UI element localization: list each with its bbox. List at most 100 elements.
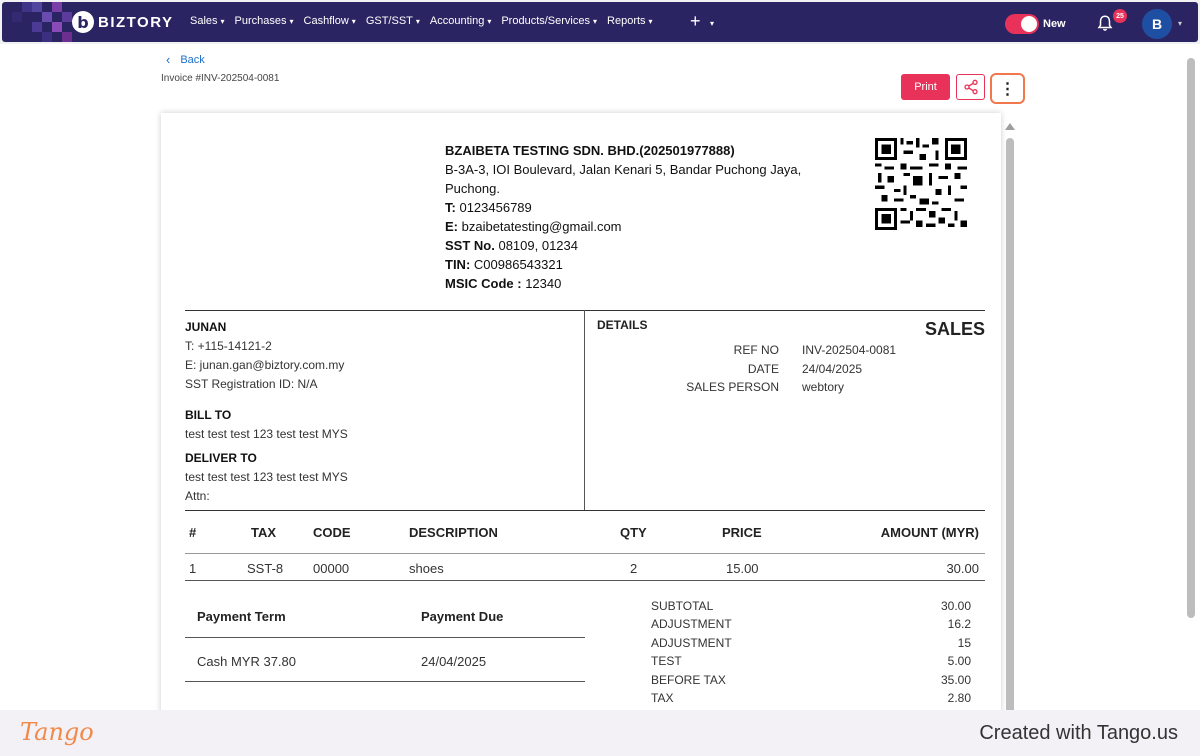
- sales-person-value: webtory: [802, 380, 845, 394]
- document-scrollbar[interactable]: [1006, 138, 1014, 710]
- invoice-document: BZAIBETA TESTING SDN. BHD.(202501977888)…: [161, 113, 1001, 710]
- customer-phone: T: +115-14121-2: [185, 339, 272, 353]
- customer-name: JUNAN: [185, 320, 227, 334]
- summary-label: BEFORE TAX: [651, 673, 726, 687]
- attn-label: Attn:: [185, 489, 210, 503]
- summary-label: TEST: [651, 654, 682, 668]
- bill-to-label: BILL TO: [185, 408, 232, 422]
- details-heading: DETAILS: [597, 318, 648, 332]
- page-scrollbar[interactable]: [1187, 58, 1195, 618]
- back-link[interactable]: ‹ Back: [166, 52, 205, 67]
- divider: [185, 681, 585, 682]
- customer-sst: SST Registration ID: N/A: [185, 377, 318, 391]
- chevron-down-icon: ▾: [415, 17, 420, 26]
- payment-due-value: 24/04/2025: [421, 654, 487, 669]
- document-type: SALES: [925, 319, 986, 339]
- scroll-up-arrow-icon[interactable]: [1005, 123, 1015, 130]
- payment-term-value: Cash MYR 37.80: [197, 654, 296, 669]
- item-description: shoes: [409, 561, 444, 576]
- summary-value: 2.80: [947, 691, 971, 705]
- item-price: 15.00: [726, 561, 759, 576]
- company-msic: 12340: [525, 276, 562, 291]
- chevron-down-icon[interactable]: ▾: [710, 19, 714, 28]
- col-header-qty: QTY: [620, 525, 647, 540]
- company-address-line2: Puchong.: [445, 181, 500, 196]
- chevron-down-icon: ▾: [351, 17, 356, 26]
- company-name: BZAIBETA TESTING SDN. BHD.(202501977888): [445, 143, 735, 158]
- item-code: 00000: [313, 561, 350, 576]
- tango-footer: Tango Created with Tango.us: [0, 710, 1200, 756]
- new-ui-toggle[interactable]: [1005, 14, 1039, 34]
- col-header-amount: AMOUNT (MYR): [880, 525, 979, 540]
- chevron-down-icon: ▾: [289, 17, 294, 26]
- company-email: bzaibetatesting@gmail.com: [461, 219, 622, 234]
- menu-accounting[interactable]: Accounting ▾: [430, 15, 491, 27]
- date-label: DATE: [747, 362, 779, 376]
- qr-code-icon: [875, 138, 967, 230]
- print-button[interactable]: Print: [901, 74, 950, 100]
- share-button[interactable]: [956, 74, 985, 100]
- divider: [185, 310, 985, 311]
- summary-value: 16.2: [947, 617, 971, 631]
- page-content: ‹ Back Invoice #INV-202504-0081 Print ⋮ …: [0, 44, 1200, 710]
- col-header-no: #: [189, 525, 197, 540]
- divider-vertical: [584, 310, 585, 510]
- notification-badge: 25: [1113, 9, 1127, 23]
- menu-cashflow[interactable]: Cashflow ▾: [304, 15, 356, 27]
- customer-email: E: junan.gan@biztory.com.my: [185, 358, 345, 372]
- more-options-button[interactable]: ⋮: [990, 73, 1025, 104]
- date-value: 24/04/2025: [802, 362, 863, 376]
- bell-icon[interactable]: [1096, 13, 1114, 33]
- deliver-to-address: test test test 123 test test MYS: [185, 470, 348, 484]
- divider: [185, 580, 985, 581]
- col-header-price: PRICE: [722, 525, 762, 540]
- summary-value: 5.00: [947, 654, 971, 668]
- chevron-down-icon[interactable]: ▾: [1178, 19, 1182, 28]
- chevron-down-icon: ▾: [220, 17, 225, 26]
- sales-person-label: SALES PERSON: [686, 380, 779, 394]
- toggle-label: New: [1043, 18, 1066, 30]
- payment-term-label: Payment Term: [197, 609, 286, 624]
- summary-value: 30.00: [940, 599, 971, 613]
- divider: [185, 510, 985, 511]
- item-amount: 30.00: [946, 561, 979, 576]
- menu-gst-sst[interactable]: GST/SST ▾: [366, 15, 420, 27]
- item-tax: SST-8: [247, 561, 284, 576]
- page-title: Invoice #INV-202504-0081: [161, 73, 280, 84]
- company-phone: 0123456789: [459, 200, 532, 215]
- chevron-down-icon: ▾: [593, 17, 598, 26]
- back-label: Back: [180, 53, 205, 66]
- chevron-down-icon: ▾: [487, 17, 492, 26]
- divider: [185, 553, 985, 554]
- ref-no-value: INV-202504-0081: [802, 343, 897, 357]
- menu-sales[interactable]: Sales ▾: [190, 15, 225, 27]
- summary-label: TAX: [651, 691, 674, 705]
- brand-name: BIZTORY: [98, 13, 174, 31]
- deliver-to-label: DELIVER TO: [185, 451, 257, 465]
- col-header-tax: TAX: [251, 525, 277, 540]
- share-icon: [963, 79, 978, 95]
- summary-value: 15: [957, 636, 971, 650]
- tango-logo: Tango: [20, 718, 94, 746]
- col-header-description: DESCRIPTION: [409, 525, 498, 540]
- item-no: 1: [189, 561, 197, 576]
- menu-purchases[interactable]: Purchases ▾: [235, 15, 294, 27]
- plus-icon[interactable]: +: [690, 11, 701, 32]
- payment-due-label: Payment Due: [421, 609, 504, 624]
- company-address-line1: B-3A-3, IOI Boulevard, Jalan Kenari 5, B…: [445, 162, 802, 177]
- company-info: BZAIBETA TESTING SDN. BHD.(202501977888)…: [445, 143, 802, 291]
- summary-label: SUBTOTAL: [651, 599, 714, 613]
- divider: [185, 637, 585, 638]
- company-tin: C00986543321: [473, 257, 563, 272]
- brand-logo[interactable]: b BIZTORY: [72, 11, 174, 33]
- bill-to-address: test test test 123 test test MYS: [185, 427, 348, 441]
- avatar[interactable]: B: [1142, 9, 1172, 39]
- menu-reports[interactable]: Reports ▾: [607, 15, 653, 27]
- item-qty: 2: [630, 561, 638, 576]
- created-with-text: Created with Tango.us: [979, 722, 1178, 744]
- menu-products-services[interactable]: Products/Services ▾: [501, 15, 597, 27]
- summary-label: ADJUSTMENT: [651, 636, 732, 650]
- brand-logo-icon: b: [72, 11, 94, 33]
- chevron-left-icon: ‹: [166, 52, 171, 67]
- col-header-code: CODE: [313, 525, 351, 540]
